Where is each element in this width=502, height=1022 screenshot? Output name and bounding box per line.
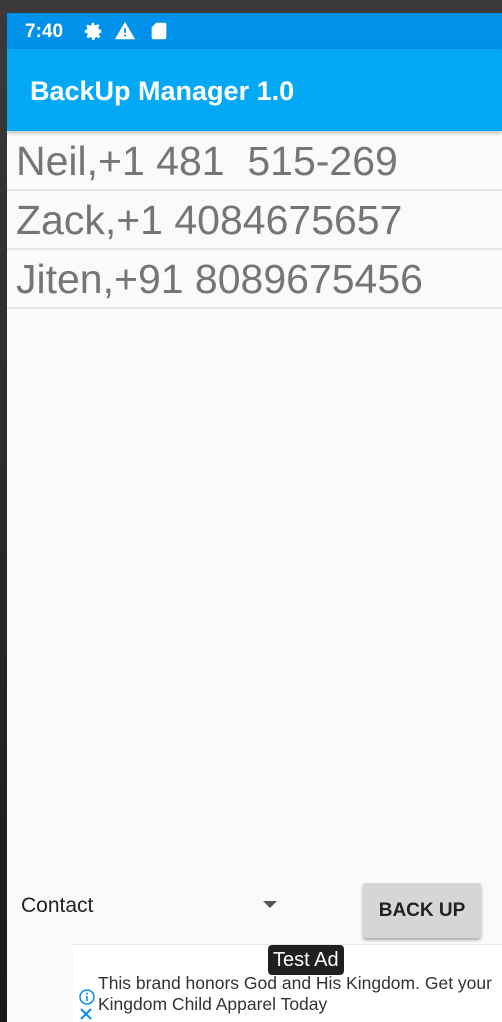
gear-icon: [84, 22, 102, 40]
dropdown-arrow-icon: [263, 901, 277, 908]
status-time: 7:40: [25, 21, 64, 42]
contact-item[interactable]: Zack,+1 4084675657: [7, 191, 502, 250]
device-frame: 7:40 BackUp Manager 1.0 Neil,+1 481 515-…: [0, 0, 502, 1022]
sd-card-icon: [151, 22, 167, 40]
ad-close-icon[interactable]: [79, 1007, 93, 1021]
status-bar: 7:40: [7, 13, 502, 49]
app-bar: BackUp Manager 1.0: [7, 49, 502, 131]
app-screen: 7:40 BackUp Manager 1.0 Neil,+1 481 515-…: [7, 13, 502, 1022]
test-ad-label: Test Ad: [268, 945, 344, 975]
app-title: BackUp Manager 1.0: [30, 76, 295, 106]
backup-type-spinner[interactable]: Contact: [19, 888, 281, 928]
contact-item[interactable]: Neil,+1 481 515-269: [7, 132, 502, 191]
spinner-selected-value: Contact: [21, 894, 94, 917]
contact-list[interactable]: Neil,+1 481 515-269 Zack,+1 4084675657 J…: [7, 132, 502, 309]
ad-text[interactable]: This brand honors God and His Kingdom. G…: [98, 973, 502, 1015]
contact-item[interactable]: Jiten,+91 8089675456: [7, 250, 502, 309]
warning-icon: [114, 21, 136, 40]
backup-button[interactable]: BACK UP: [363, 883, 481, 938]
ad-info-icon[interactable]: [79, 989, 95, 1005]
